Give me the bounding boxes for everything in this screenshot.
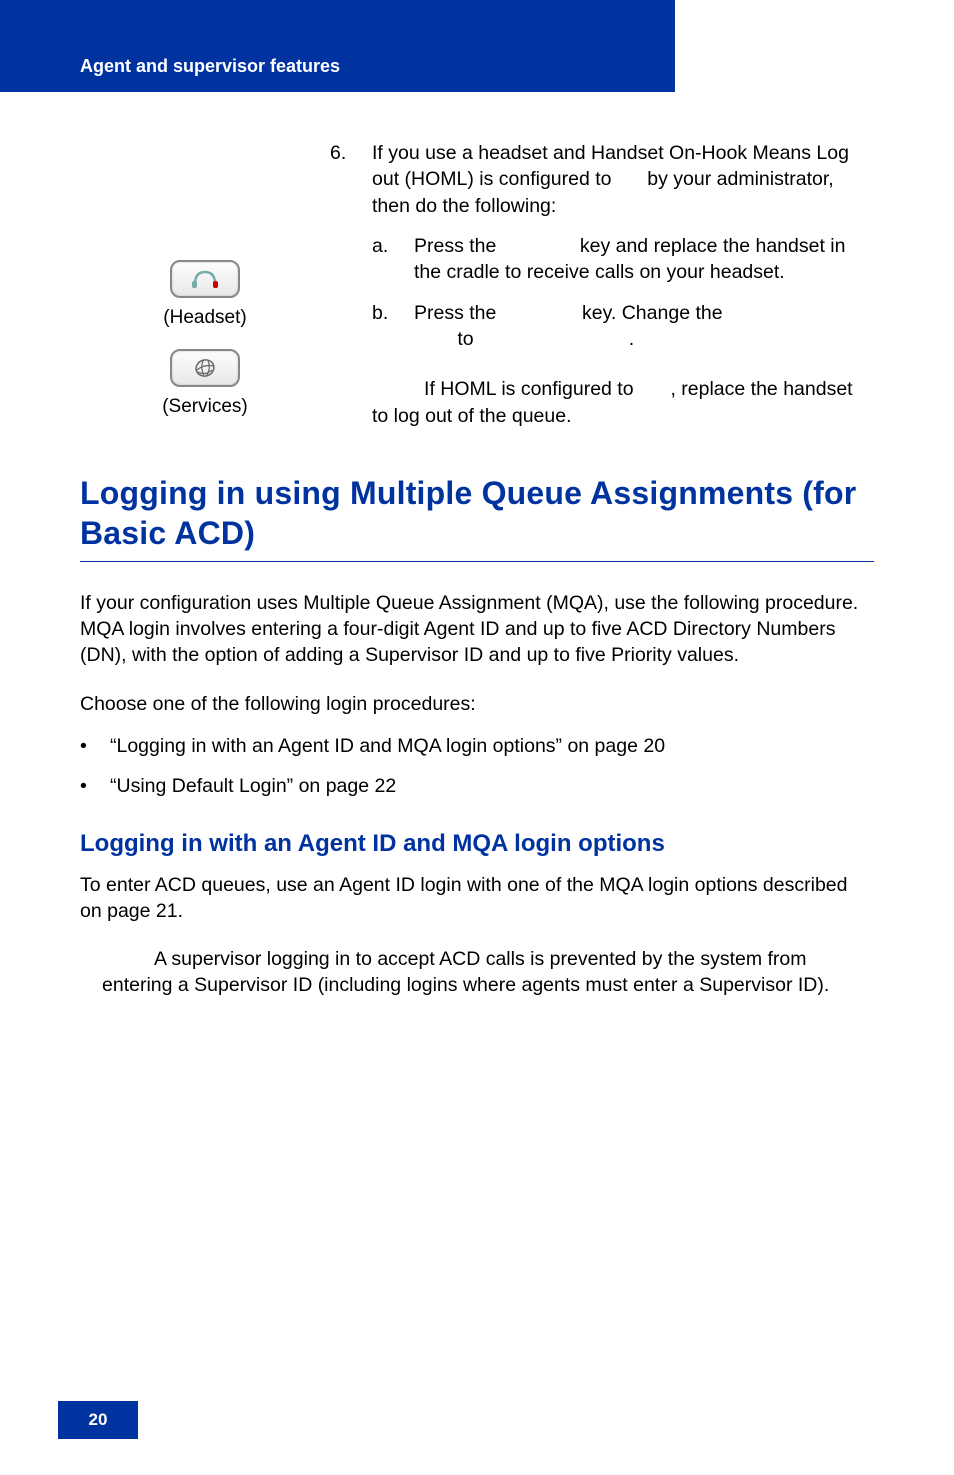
sub-b-body: Press the Services key. Change the On-ho… — [414, 300, 874, 353]
mqa-intro: If your configuration uses Multiple Queu… — [80, 590, 874, 669]
page-number: 20 — [58, 1401, 138, 1439]
step-6-body: If you use a headset and Handset On-Hook… — [372, 140, 874, 219]
sub-b-k1: Services — [502, 302, 577, 324]
sub-step-a: a. Press the Headset key and replace the… — [372, 233, 874, 286]
sub-a-p1: Press the — [414, 235, 502, 257]
supervisor-note: Note: A supervisor logging in to accept … — [102, 946, 874, 999]
sub-a-key: Headset — [502, 235, 575, 257]
heading-login-options: Logging in with an Agent ID and MQA logi… — [80, 830, 874, 858]
step-6-note: Note: If HOML is configured to Yes, repl… — [372, 376, 874, 429]
services-key-graphic: (Services) — [80, 349, 330, 418]
headset-key-graphic: (Headset) — [80, 260, 330, 329]
sub-b-letter: b. — [372, 300, 414, 353]
step-number: 6. — [330, 140, 372, 219]
login-options-para: To enter ACD queues, use an Agent ID log… — [80, 872, 874, 925]
page-content: (Headset) (Services) — [80, 140, 874, 999]
toc-item-2[interactable]: “Using Default Login” on page 22 — [80, 771, 874, 801]
services-key-button — [170, 349, 240, 387]
headset-label: (Headset) — [80, 307, 330, 329]
header-bar: Agent and supervisor features — [0, 0, 675, 92]
step-6: 6. If you use a headset and Handset On-H… — [330, 140, 874, 219]
icon-column: (Headset) (Services) — [80, 140, 330, 429]
globe-icon — [190, 358, 220, 378]
headset-icon — [191, 268, 219, 290]
sub-b-p2: key. Change the — [577, 302, 728, 324]
choose-procedures: Choose one of the following login proced… — [80, 691, 874, 717]
toc-item-1[interactable]: “Logging in with an Agent ID and MQA log… — [80, 731, 874, 761]
step-6-no: No — [617, 168, 642, 190]
sub-a-letter: a. — [372, 233, 414, 286]
services-label: (Services) — [80, 396, 330, 418]
procedure-list: “Logging in with an Agent ID and MQA log… — [80, 731, 874, 801]
note-lead: Note: — [372, 378, 424, 400]
sub-a-body: Press the Headset key and replace the ha… — [414, 233, 874, 286]
headset-key-button — [170, 260, 240, 298]
note-p1: If HOML is configured to — [424, 378, 639, 400]
note-yes: Yes — [639, 378, 671, 400]
note2-lead: Note: — [102, 948, 154, 970]
step-6-text: 6. If you use a headset and Handset On-H… — [330, 140, 874, 429]
sub-b-p4: . — [629, 328, 634, 350]
sub-step-b: b. Press the Services key. Change the On… — [372, 300, 874, 353]
heading-mqa: Logging in using Multiple Queue Assignme… — [80, 473, 874, 562]
section-title: Agent and supervisor features — [80, 56, 340, 77]
sub-b-p1: Press the — [414, 302, 502, 324]
sub-b-p3: to — [452, 328, 479, 350]
step-6-row: (Headset) (Services) — [80, 140, 874, 429]
sub-b-k3: Headset Enabled — [479, 328, 629, 350]
note2-body: A supervisor logging in to accept ACD ca… — [102, 948, 829, 996]
